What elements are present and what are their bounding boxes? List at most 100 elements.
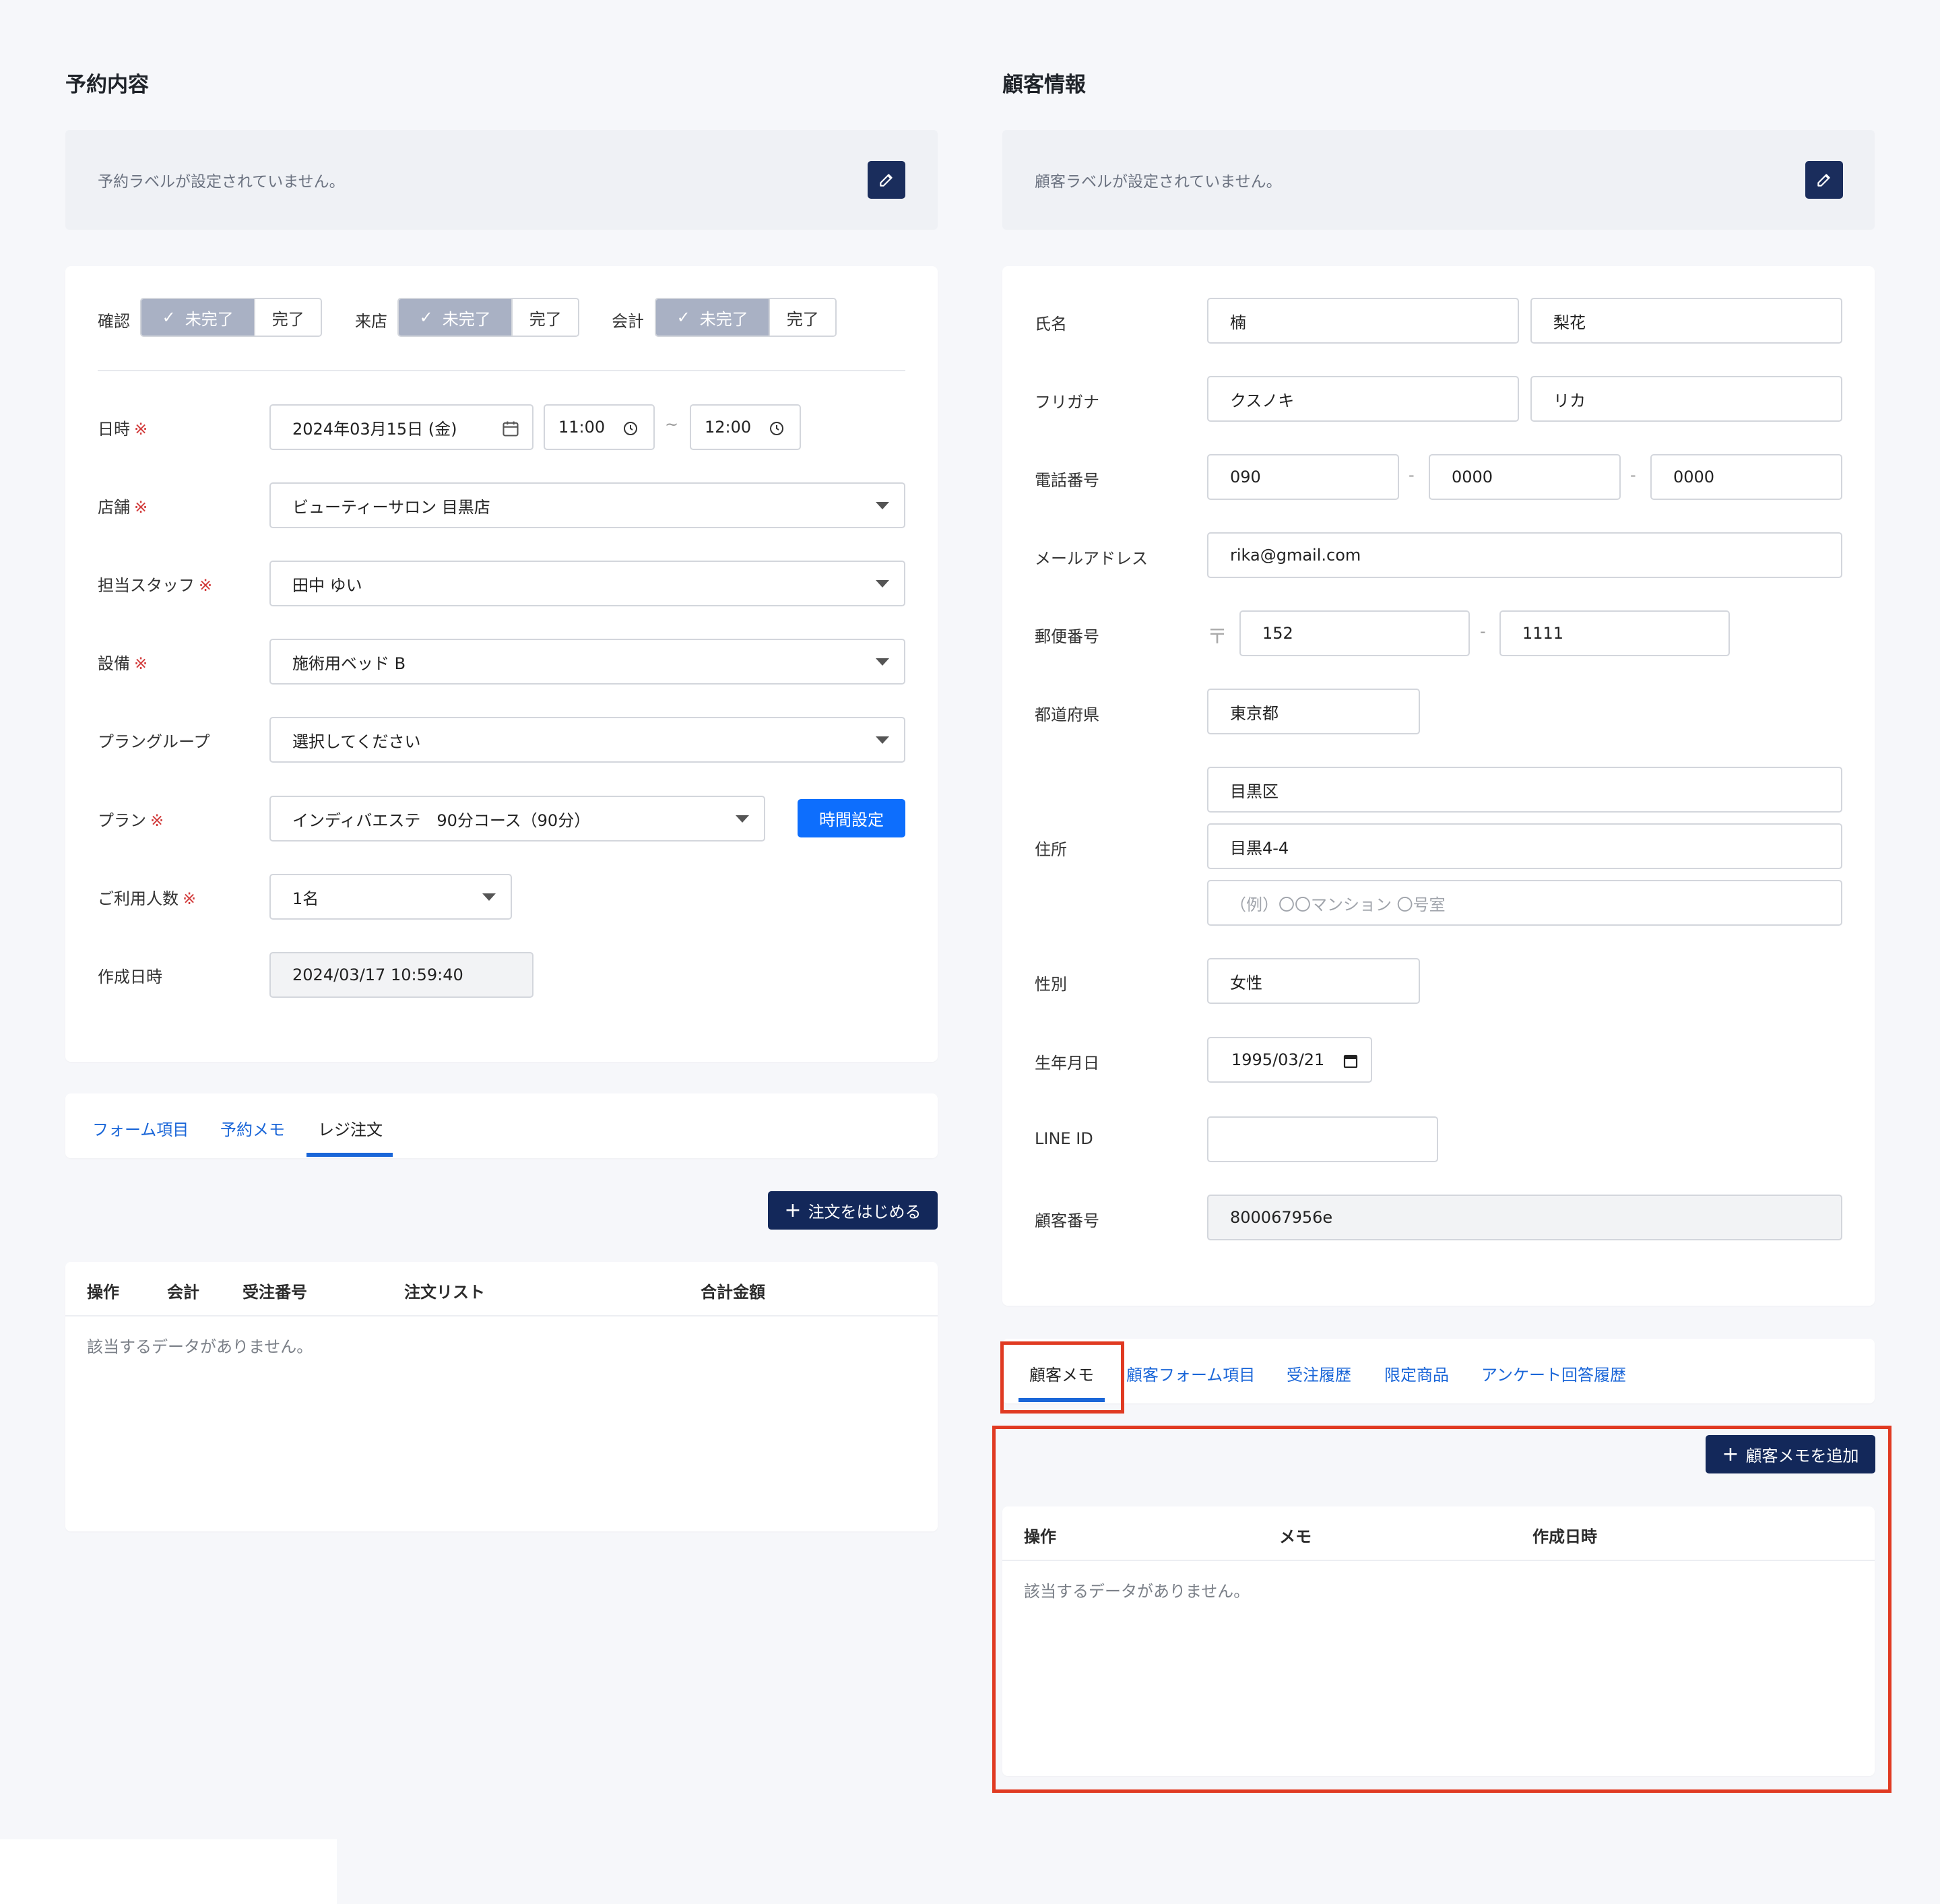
customer-memo-panel-highlight	[992, 1426, 1892, 1793]
address2-input[interactable]: 目黒4-4	[1207, 823, 1842, 869]
tab-form-items[interactable]: フォーム項目	[92, 1116, 189, 1140]
equipment-label: 設備 ※	[98, 654, 148, 673]
plan-label: プラン ※	[98, 811, 164, 830]
order-table-divider	[65, 1315, 938, 1316]
store-select[interactable]: ビューティーサロン 目黒店	[269, 482, 905, 528]
confirm-status-toggle[interactable]: ✓ 未完了 完了	[140, 298, 322, 337]
equipment-select[interactable]: 施術用ベッド B	[269, 639, 905, 685]
tab-limited-products[interactable]: 限定商品	[1384, 1362, 1449, 1385]
postal1-input[interactable]: 152	[1239, 610, 1470, 656]
customer-form-card: 氏名 楠 梨花 フリガナ クスノキ リカ 電話番号 090 - 0000 - 0…	[1002, 266, 1875, 1306]
visit-incomplete-option[interactable]: ✓ 未完了	[399, 299, 512, 336]
postal-mark-icon: 〒	[1207, 625, 1227, 649]
plan-group-label: プラングループ	[98, 732, 210, 751]
created-label: 作成日時	[98, 967, 162, 986]
tab-order-history[interactable]: 受注履歴	[1287, 1362, 1351, 1385]
postal2-input[interactable]: 1111	[1499, 610, 1730, 656]
name-label: 氏名	[1035, 315, 1067, 334]
customer-section-title: 顧客情報	[1002, 73, 1086, 97]
confirm-incomplete-option[interactable]: ✓ 未完了	[141, 299, 255, 336]
gender-input[interactable]: 女性	[1207, 958, 1420, 1004]
store-label: 店舗 ※	[98, 498, 148, 517]
payment-status-toggle[interactable]: ✓ 未完了 完了	[655, 298, 837, 337]
reservation-label-bar: 予約ラベルが設定されていません。	[65, 130, 938, 230]
order-col-payment: 会計	[167, 1283, 199, 1302]
phone-separator: -	[1409, 466, 1415, 484]
visit-status-toggle[interactable]: ✓ 未完了 完了	[397, 298, 579, 337]
address-label: 住所	[1035, 840, 1067, 859]
customer-label-bar: 顧客ラベルが設定されていません。	[1002, 130, 1875, 230]
time-setting-button[interactable]: 時間設定	[798, 799, 905, 837]
phone1-input[interactable]: 090	[1207, 454, 1399, 500]
email-input[interactable]: rika@gmail.com	[1207, 532, 1842, 578]
customer-label-empty-text: 顧客ラベルが設定されていません。	[1035, 173, 1282, 191]
check-icon: ✓	[676, 308, 690, 327]
prefecture-label: 都道府県	[1035, 705, 1099, 724]
birthday-label: 生年月日	[1035, 1054, 1099, 1073]
customer-memo-tab-highlight	[1000, 1341, 1124, 1414]
customer-label-edit-button[interactable]	[1805, 161, 1843, 199]
gender-label: 性別	[1035, 975, 1067, 994]
email-label: メールアドレス	[1035, 549, 1148, 568]
end-time-input[interactable]: 12:00	[690, 404, 801, 450]
staff-select[interactable]: 田中 ゆい	[269, 561, 905, 606]
staff-label: 担当スタッフ ※	[98, 576, 213, 595]
order-col-action: 操作	[87, 1283, 119, 1302]
active-tab-indicator	[306, 1153, 393, 1157]
order-col-order-number: 受注番号	[243, 1283, 307, 1302]
phone2-input[interactable]: 0000	[1429, 454, 1621, 500]
customer-number-label: 顧客番号	[1035, 1211, 1099, 1230]
birthday-input[interactable]: 1995/03/21	[1207, 1037, 1372, 1083]
address3-input[interactable]: （例）〇〇マンション 〇号室	[1207, 880, 1842, 926]
clock-icon	[770, 422, 783, 435]
bottom-blank-area	[0, 1839, 337, 1904]
kana-label: フリガナ	[1035, 393, 1099, 412]
chevron-down-icon	[876, 502, 889, 509]
customer-number-input: 800067956e	[1207, 1195, 1842, 1240]
datetime-label: 日時 ※	[98, 420, 148, 439]
chevron-down-icon	[736, 815, 749, 823]
first-kana-input[interactable]: リカ	[1530, 376, 1842, 422]
time-range-tilde: ~	[665, 415, 679, 434]
created-input: 2024/03/17 10:59:40	[269, 952, 534, 998]
check-icon: ✓	[419, 308, 433, 327]
chevron-down-icon	[876, 736, 889, 744]
order-table: 操作 会計 受注番号 注文リスト 合計金額 該当するデータがありません。	[65, 1262, 938, 1531]
plan-select[interactable]: インディバエステ 90分コース（90分）	[269, 796, 765, 842]
tab-survey-history[interactable]: アンケート回答履歴	[1481, 1362, 1626, 1385]
address1-input[interactable]: 目黒区	[1207, 767, 1842, 813]
order-col-total: 合計金額	[701, 1283, 765, 1302]
tab-reservation-memo[interactable]: 予約メモ	[220, 1116, 285, 1140]
tab-register-order[interactable]: レジ注文	[318, 1116, 383, 1140]
chevron-down-icon	[482, 893, 496, 901]
reservation-label-empty-text: 予約ラベルが設定されていません。	[98, 173, 345, 191]
last-kana-input[interactable]: クスノキ	[1207, 376, 1519, 422]
plan-group-select[interactable]: 選択してください	[269, 717, 905, 763]
reservation-label-edit-button[interactable]	[868, 161, 905, 199]
last-name-input[interactable]: 楠	[1207, 298, 1519, 344]
reservation-section-title: 予約内容	[65, 73, 149, 97]
payment-incomplete-option[interactable]: ✓ 未完了	[656, 299, 769, 336]
confirm-complete-option[interactable]: 完了	[254, 299, 321, 336]
payment-complete-option[interactable]: 完了	[769, 299, 835, 336]
date-input[interactable]: 2024年03月15日 (金)	[269, 404, 534, 450]
check-icon: ✓	[162, 308, 176, 327]
order-table-empty: 該当するデータがありません。	[87, 1337, 313, 1356]
first-name-input[interactable]: 梨花	[1530, 298, 1842, 344]
phone3-input[interactable]: 0000	[1650, 454, 1842, 500]
chevron-down-icon	[876, 580, 889, 588]
clock-icon	[624, 422, 637, 435]
guests-select[interactable]: 1名	[269, 874, 512, 920]
status-divider	[98, 370, 905, 371]
visit-complete-option[interactable]: 完了	[511, 299, 578, 336]
calendar-icon	[1343, 1054, 1358, 1069]
start-order-button[interactable]: + 注文をはじめる	[768, 1191, 938, 1230]
line-id-input[interactable]	[1207, 1116, 1438, 1162]
start-time-input[interactable]: 11:00	[544, 404, 655, 450]
plus-icon: +	[784, 1199, 802, 1222]
tab-customer-form-items[interactable]: 顧客フォーム項目	[1126, 1362, 1255, 1385]
phone-label: 電話番号	[1035, 471, 1099, 490]
reservation-form-card: 確認 ✓ 未完了 完了 来店 ✓ 未完了 完了 会計 ✓ 未完了 完了 日時 ※ 202…	[65, 266, 938, 1062]
reservation-tabs: フォーム項目 予約メモ レジ注文	[65, 1093, 938, 1158]
prefecture-input[interactable]: 東京都	[1207, 689, 1420, 734]
